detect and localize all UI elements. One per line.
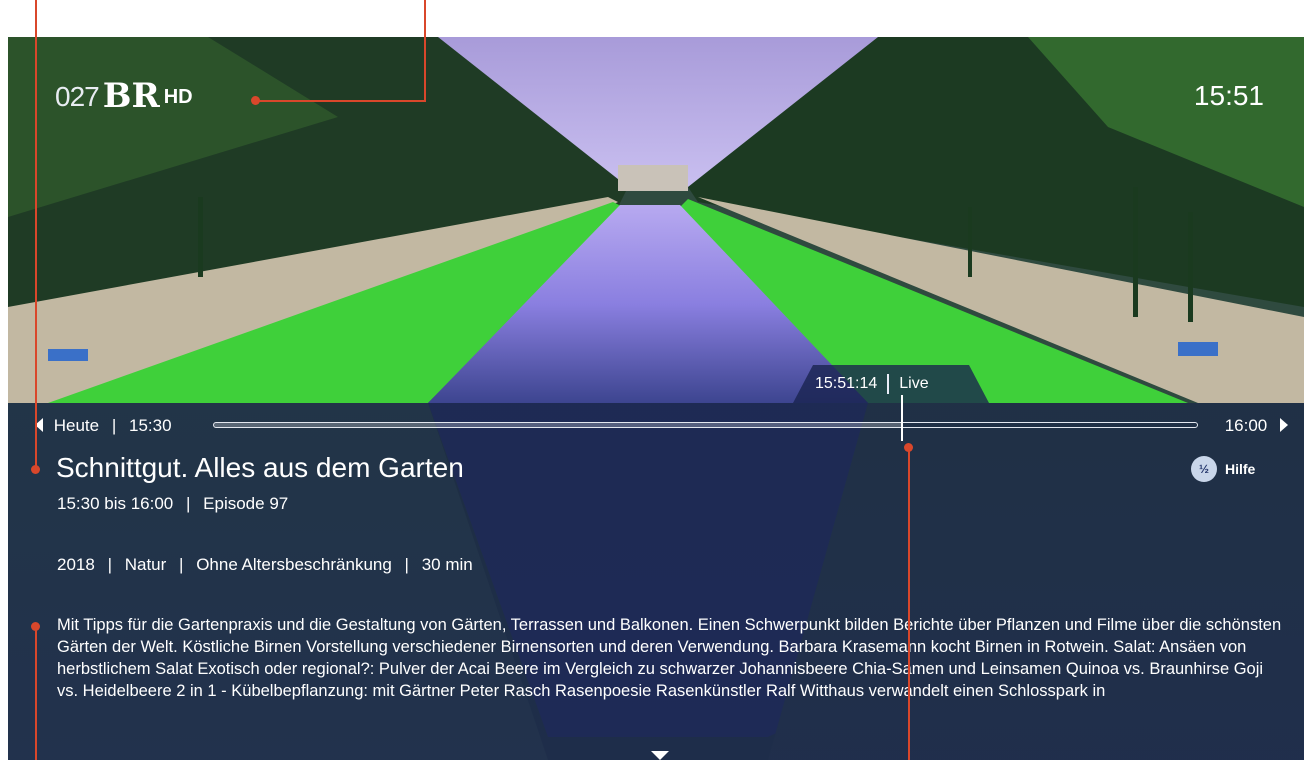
callout-line — [256, 100, 426, 102]
callout-line — [908, 448, 910, 760]
separator: | — [186, 494, 191, 513]
live-label: Live — [899, 375, 929, 393]
program-title: Schnittgut. Alles aus dem Garten — [56, 452, 464, 483]
genre: Natur — [124, 555, 167, 574]
episode: Episode 97 — [203, 494, 289, 513]
year: 2018 — [57, 555, 95, 574]
timeline-start[interactable]: Heute | 15:30 — [35, 416, 172, 436]
end-time: 16:00 — [1224, 416, 1268, 435]
callout-line — [424, 0, 426, 102]
tab-divider — [887, 374, 890, 394]
playhead-marker[interactable] — [901, 395, 904, 441]
help-icon: ½ — [1191, 456, 1217, 482]
callout-line — [35, 0, 37, 470]
program-time-episode: 15:30 bis 16:00 | Episode 97 — [57, 494, 288, 514]
timeline-bar: Heute | 15:30 16:00 — [8, 395, 1304, 441]
current-time: 15:51:14 — [815, 375, 878, 393]
scroll-down-icon[interactable] — [651, 751, 669, 760]
callout-dot — [31, 465, 40, 474]
clock: 15:51 — [1193, 80, 1264, 111]
separator: | — [111, 416, 117, 435]
progress-track[interactable] — [213, 395, 1198, 441]
separator: | — [107, 555, 112, 574]
program-meta: 2018 | Natur | Ohne Altersbeschränkung |… — [57, 555, 473, 575]
callout-line — [35, 626, 37, 760]
program-description: Mit Tipps für die Gartenpraxis und die G… — [57, 616, 1282, 700]
separator: | — [179, 555, 184, 574]
callout-dot — [251, 96, 260, 105]
callout-dot — [31, 622, 40, 631]
help-label: Hilfe — [1225, 461, 1256, 477]
time-range: 15:30 bis 16:00 — [57, 494, 174, 513]
timeline-end[interactable]: 16:00 — [1225, 416, 1288, 436]
live-time-tab: 15:51:14 Live — [793, 365, 989, 403]
start-time: 15:30 — [129, 416, 172, 435]
hd-badge: HD — [163, 86, 193, 108]
channel-indicator: 027 BR HD — [55, 79, 193, 113]
duration: 30 min — [421, 555, 473, 574]
day-label: Heute — [53, 416, 100, 435]
br-logo: BR — [102, 76, 160, 116]
tv-screen: 027 BR HD 15:51 15:51:14 Live Heute | 15:… — [8, 37, 1304, 760]
separator: | — [404, 555, 409, 574]
next-arrow-icon[interactable] — [1280, 418, 1288, 432]
channel-number: 027 — [55, 81, 100, 112]
progress-fill — [214, 423, 903, 427]
help-button[interactable]: ½ Hilfe — [1191, 456, 1255, 482]
callout-dot — [904, 443, 913, 452]
age-rating: Ohne Altersbeschränkung — [196, 555, 392, 574]
